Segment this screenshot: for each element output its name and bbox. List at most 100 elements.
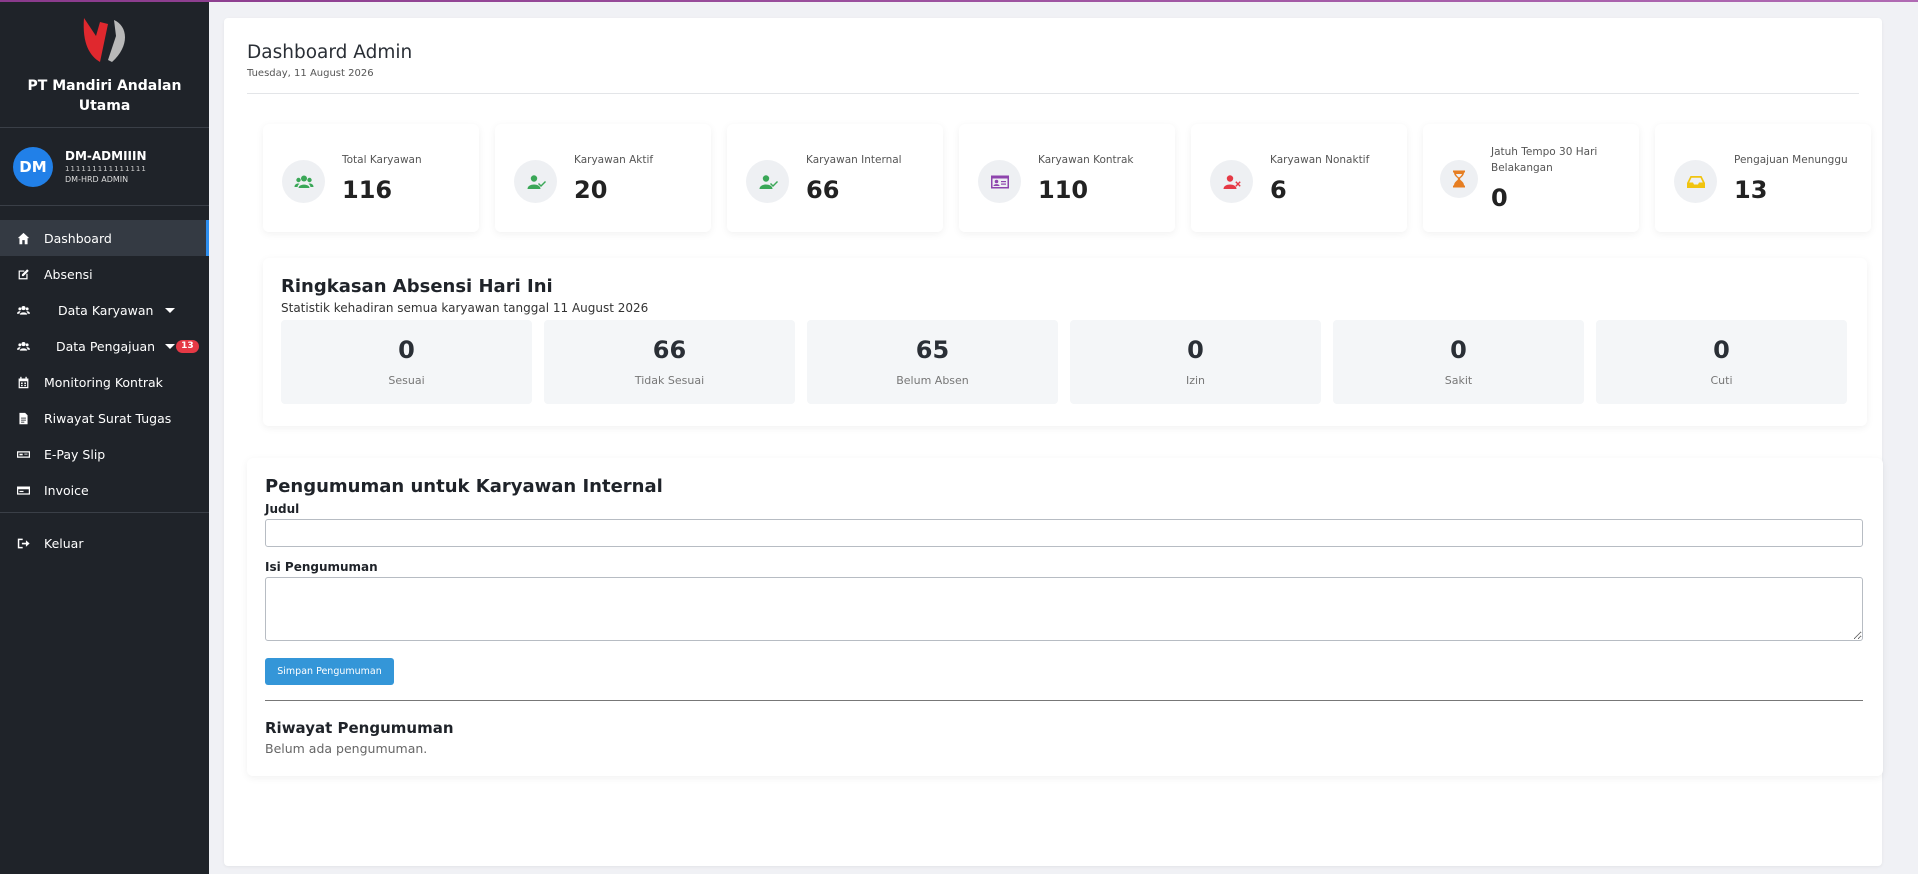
simpan-pengumuman-button[interactable]: Simpan Pengumuman [265, 658, 394, 685]
sidebar-item-label: Absensi [44, 266, 93, 282]
company-name: PT Mandiri Andalan Utama [27, 78, 182, 114]
page-date: Tuesday, 11 August 2026 [247, 68, 374, 79]
stat-value: 110 [1038, 176, 1089, 204]
riwayat-empty-text: Belum ada pengumuman. [265, 741, 428, 756]
money-icon [16, 447, 30, 461]
absensi-label: Izin [1185, 374, 1206, 387]
user-role: DM-HRD ADMIN [65, 175, 129, 184]
sidebar-item-label: Data Karyawan [58, 302, 154, 318]
users-icon [16, 303, 30, 317]
title-divider [247, 93, 1859, 94]
stat-card-total-karyawan: Total Karyawan 116 [263, 124, 479, 232]
stat-label: Pengajuan Menunggu [1734, 154, 1848, 166]
sidebar-item-dashboard[interactable]: Dashboard [0, 220, 209, 256]
stat-label: Total Karyawan [342, 154, 422, 166]
absensi-item-sesuai: 0 Sesuai [281, 320, 532, 404]
logout-button[interactable]: Keluar [0, 525, 209, 561]
stat-label: Karyawan Kontrak [1038, 154, 1134, 166]
absensi-value: 65 [915, 336, 950, 364]
chevron-down-icon [165, 343, 176, 349]
sidebar-item-label: Data Pengajuan [56, 338, 156, 354]
brand: PT Mandiri Andalan Utama [0, 0, 209, 128]
absensi-item-tidak-sesuai: 66 Tidak Sesuai [544, 320, 795, 404]
stat-card-pengajuan-menunggu: Pengajuan Menunggu 13 [1655, 124, 1871, 232]
stat-card-karyawan-internal: Karyawan Internal 66 [727, 124, 943, 232]
edit-icon [16, 267, 30, 281]
stat-card-karyawan-kontrak: Karyawan Kontrak 110 [959, 124, 1175, 232]
absensi-value: 66 [652, 336, 687, 364]
absensi-item-izin: 0 Izin [1070, 320, 1321, 404]
riwayat-pengumuman-title: Riwayat Pengumuman [265, 719, 454, 737]
top-accent-line [0, 0, 1918, 2]
absensi-item-belum-absen: 65 Belum Absen [807, 320, 1058, 404]
user-x-icon [1210, 160, 1253, 203]
absensi-summary-panel: Ringkasan Absensi Hari Ini Statistik keh… [263, 258, 1867, 426]
user-check-icon [514, 160, 557, 203]
absensi-label: Sesuai [388, 374, 425, 387]
stat-label: Karyawan Nonaktif [1270, 154, 1370, 166]
user-check-icon [746, 160, 789, 203]
sidebar-item-e-pay-slip[interactable]: E-Pay Slip [0, 436, 209, 472]
stat-value: 116 [342, 176, 393, 204]
sidebar-item-label: Monitoring Kontrak [44, 374, 163, 390]
sidebar: PT Mandiri Andalan Utama DM DM-ADMIIIN 1… [0, 0, 209, 874]
stat-label: Jatuh Tempo 30 Hari Belakangan [1491, 146, 1598, 174]
absensi-title: Ringkasan Absensi Hari Ini [281, 276, 553, 297]
users-icon [16, 339, 30, 353]
id-card-icon [978, 160, 1021, 203]
stat-card-karyawan-aktif: Karyawan Aktif 20 [495, 124, 711, 232]
avatar: DM [13, 146, 53, 187]
announcement-title: Pengumuman untuk Karyawan Internal [265, 476, 663, 497]
user-profile: DM DM-ADMIIIN 111111111111111 DM-HRD ADM… [0, 128, 209, 206]
pengajuan-count-badge: 13 [176, 339, 199, 353]
user-id: 111111111111111 [65, 165, 147, 173]
page-title: Dashboard Admin [247, 42, 413, 63]
absensi-item-sakit: 0 Sakit [1333, 320, 1584, 404]
hourglass-icon [1440, 160, 1478, 198]
isi-pengumuman-label: Isi Pengumuman [265, 560, 378, 574]
announcement-panel: Pengumuman untuk Karyawan Internal Judul… [247, 458, 1883, 776]
sidebar-item-monitoring-kontrak[interactable]: Monitoring Kontrak [0, 364, 209, 400]
file-icon [16, 411, 30, 425]
sidebar-item-label: Riwayat Surat Tugas [44, 410, 172, 426]
stat-value: 20 [574, 176, 608, 204]
logout-icon [16, 536, 30, 550]
stat-value: 66 [806, 176, 840, 204]
main-content: Dashboard Admin Tuesday, 11 August 2026 … [224, 18, 1883, 866]
stat-value: 13 [1734, 176, 1768, 204]
company-logo-icon [83, 18, 125, 62]
users-icon [282, 160, 325, 203]
absensi-value: 0 [1713, 336, 1730, 364]
stat-card-jatuh-tempo: Jatuh Tempo 30 Hari Belakangan 0 [1423, 124, 1639, 232]
absensi-label: Sakit [1444, 374, 1473, 387]
absensi-label: Tidak Sesuai [634, 374, 705, 387]
stat-value: 6 [1270, 176, 1287, 204]
stat-label: Karyawan Internal [806, 154, 902, 166]
stat-value: 0 [1491, 184, 1508, 212]
card-icon [16, 483, 30, 497]
sidebar-item-label: E-Pay Slip [44, 446, 106, 462]
sidebar-item-invoice[interactable]: Invoice [0, 472, 209, 508]
absensi-label: Cuti [1710, 374, 1733, 387]
calendar-icon [16, 375, 30, 389]
sidebar-item-riwayat-surat-tugas[interactable]: Riwayat Surat Tugas [0, 400, 209, 436]
announcement-divider [265, 700, 1863, 701]
sidebar-item-data-pengajuan[interactable]: Data Pengajuan 13 [0, 328, 209, 364]
absensi-value: 0 [398, 336, 415, 364]
stat-card-karyawan-nonaktif: Karyawan Nonaktif 6 [1191, 124, 1407, 232]
judul-input[interactable] [265, 519, 1863, 547]
sidebar-divider [0, 512, 209, 513]
absensi-item-cuti: 0 Cuti [1596, 320, 1847, 404]
sidebar-nav: Dashboard Absensi Data Karyawan Data Pen… [0, 206, 209, 561]
sidebar-item-label: Invoice [44, 482, 89, 498]
stat-label: Karyawan Aktif [574, 154, 654, 166]
home-icon [16, 231, 30, 245]
sidebar-item-label: Dashboard [44, 230, 112, 246]
isi-pengumuman-textarea[interactable] [265, 577, 1863, 641]
absensi-label: Belum Absen [896, 374, 969, 387]
absensi-subtitle: Statistik kehadiran semua karyawan tangg… [281, 301, 649, 315]
absensi-value: 0 [1450, 336, 1467, 364]
sidebar-item-data-karyawan[interactable]: Data Karyawan [0, 292, 209, 328]
user-name: DM-ADMIIIN [65, 149, 147, 163]
sidebar-item-absensi[interactable]: Absensi [0, 256, 209, 292]
